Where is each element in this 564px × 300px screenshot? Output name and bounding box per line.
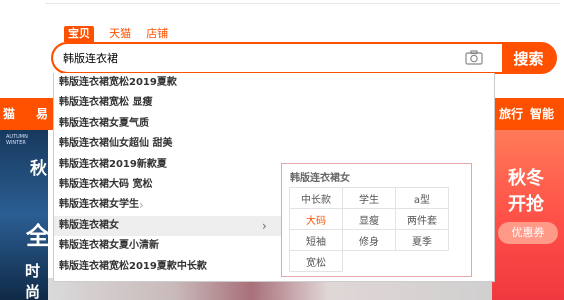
category-item-left-2[interactable]: 易 <box>36 98 48 130</box>
suggestion-item[interactable]: 韩版连衣裙宽松2019夏款 <box>54 73 282 93</box>
suggestion-item[interactable]: 韩版连衣裙女夏气质 <box>54 114 282 134</box>
suggestion-item[interactable]: 韩版连衣裙宽松2019夏款中长款 <box>54 257 282 277</box>
search-field-box <box>53 44 502 72</box>
right-promo-banner[interactable]: 秋冬 开抢 优惠券 <box>492 130 564 300</box>
coupon-pill[interactable]: 优惠券 <box>498 222 558 244</box>
top-divider <box>45 3 560 4</box>
suggestion-dropdown: 韩版连衣裙宽松2019夏款 韩版连衣裙宽松 显瘦 韩版连衣裙女夏气质 韩版连衣裙… <box>53 73 495 282</box>
attribute-empty-cell <box>343 251 396 272</box>
attribute-empty-cell <box>396 251 449 272</box>
attribute-option[interactable]: 修身 <box>342 229 396 251</box>
search-input[interactable] <box>63 47 453 69</box>
attribute-option[interactable]: a型 <box>395 187 449 209</box>
attribute-option[interactable]: 显瘦 <box>342 208 396 230</box>
tab-items[interactable]: 宝贝 <box>64 26 94 46</box>
attribute-option[interactable]: 两件套 <box>395 208 449 230</box>
tab-shops[interactable]: 店铺 <box>146 26 168 42</box>
attribute-panel-title: 韩版连衣裙女 <box>290 173 350 184</box>
category-item-travel[interactable]: 旅行 <box>499 98 523 130</box>
category-item-smart[interactable]: 智能 <box>530 98 554 130</box>
right-banner-line-2: 开抢 <box>508 194 544 215</box>
chevron-right-icon: › <box>139 198 144 213</box>
attribute-grid: 中长款 学生 a型 大码 显瘦 两件套 短袖 修身 夏季 宽松 <box>289 187 449 272</box>
suggestion-item[interactable]: 韩版连衣裙宽松 显瘦 <box>54 93 282 113</box>
suggestion-text: 韩版连衣裙2019新款夏 <box>59 158 167 170</box>
tab-tmall[interactable]: 天猫 <box>109 26 131 42</box>
suggestion-text: 韩版连衣裙女学生 <box>59 199 139 211</box>
banner-small-text: AUTUMN WINTER <box>6 134 28 146</box>
search-bar: 搜索 <box>51 42 557 74</box>
banner-text-1: 秋 <box>30 159 47 179</box>
category-item-left[interactable]: 猫 <box>3 98 15 130</box>
suggestion-text: 韩版连衣裙仙女超仙 甜美 <box>59 138 173 150</box>
suggestion-item-active[interactable]: 韩版连衣裙女 › <box>54 215 282 237</box>
search-button[interactable]: 搜索 <box>502 44 555 72</box>
suggestion-text: 韩版连衣裙女夏小清新 <box>59 240 159 252</box>
banner-text-2: 全 <box>26 222 48 250</box>
suggestion-item[interactable]: 韩版连衣裙2019新款夏 <box>54 155 282 175</box>
suggestion-text: 韩版连衣裙宽松 显瘦 <box>59 97 153 109</box>
banner-text-3: 时尚 <box>25 262 41 300</box>
attribute-option-highlighted[interactable]: 大码 <box>289 208 343 230</box>
attribute-option[interactable]: 宽松 <box>289 250 343 272</box>
attribute-option[interactable]: 中长款 <box>289 187 343 209</box>
suggestion-text: 韩版连衣裙女 <box>59 219 119 231</box>
attribute-option[interactable]: 学生 <box>342 187 396 209</box>
left-promo-banner[interactable]: AUTUMN WINTER 秋 全 时尚 <box>0 130 48 300</box>
right-banner-line-1: 秋冬 <box>508 168 544 189</box>
suggestion-text: 韩版连衣裙宽松2019夏款 <box>59 77 177 88</box>
suggestion-text: 韩版连衣裙大码 宽松 <box>59 178 153 190</box>
chevron-right-icon: › <box>262 218 267 233</box>
camera-icon[interactable] <box>465 50 483 65</box>
suggestion-text: 韩版连衣裙女夏气质 <box>59 117 149 129</box>
suggestion-item[interactable]: 韩版连衣裙女学生 › <box>54 195 282 215</box>
suggestion-item[interactable]: 韩版连衣裙仙女超仙 甜美 <box>54 134 282 154</box>
suggestion-list: 韩版连衣裙宽松2019夏款 韩版连衣裙宽松 显瘦 韩版连衣裙女夏气质 韩版连衣裙… <box>54 73 282 277</box>
suggestion-item[interactable]: 韩版连衣裙大码 宽松 <box>54 175 282 195</box>
attribute-option[interactable]: 夏季 <box>395 229 449 251</box>
attribute-panel: 韩版连衣裙女 中长款 学生 a型 大码 显瘦 两件套 短袖 修身 夏季 宽松 <box>281 163 472 277</box>
search-tabs: 宝贝 天猫 店铺 <box>64 26 178 46</box>
attribute-option[interactable]: 短袖 <box>289 229 343 251</box>
suggestion-item[interactable]: 韩版连衣裙女夏小清新 <box>54 236 282 256</box>
suggestion-text: 韩版连衣裙宽松2019夏款中长款 <box>59 260 207 272</box>
